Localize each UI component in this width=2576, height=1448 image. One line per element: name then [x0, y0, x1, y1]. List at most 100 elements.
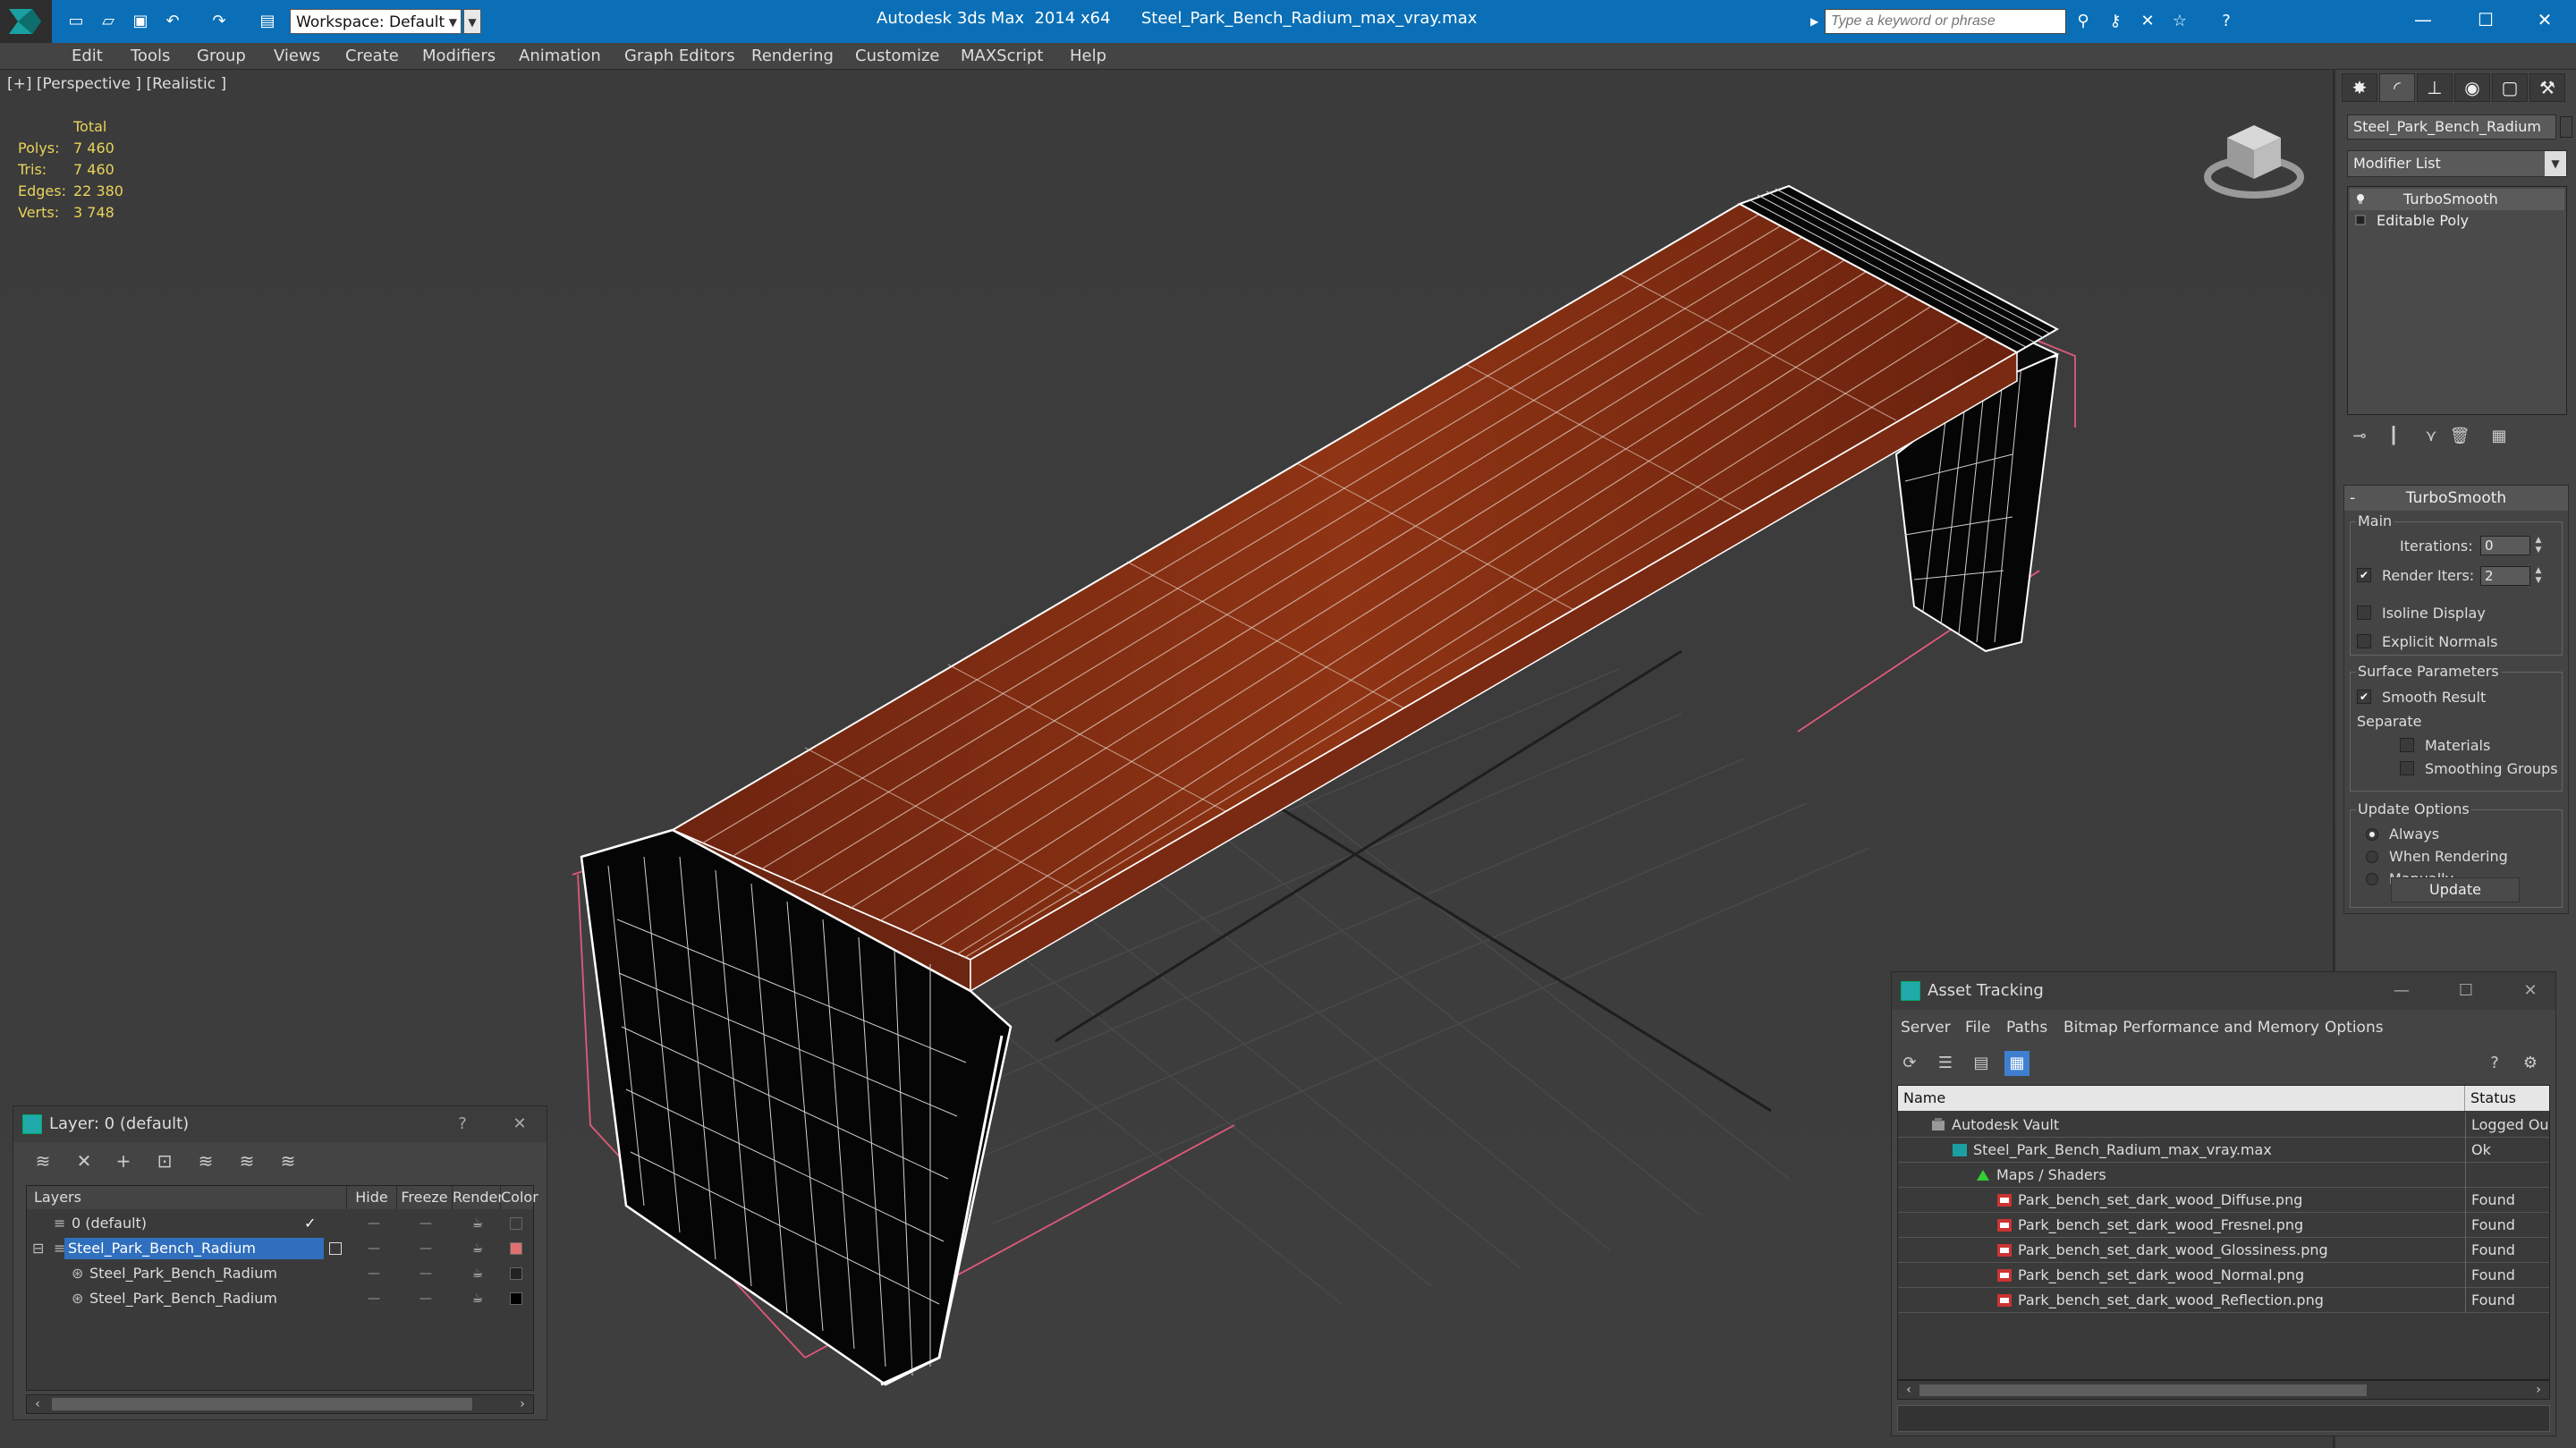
column-header-layers[interactable]: Layers: [27, 1186, 347, 1209]
delete-layer-icon[interactable]: ✕: [69, 1147, 99, 1174]
layer-row[interactable]: ≡ 0 (default) ✓ — — ☕: [27, 1211, 533, 1236]
show-end-result-icon[interactable]: ┃: [2381, 424, 2406, 449]
menu-maxscript[interactable]: MAXScript: [961, 47, 1043, 65]
set-current-layer-icon[interactable]: ≋: [232, 1147, 262, 1174]
new-file-icon[interactable]: ▭: [64, 11, 88, 32]
search-input[interactable]: [1825, 9, 2066, 34]
smooth-result-checkbox[interactable]: ✔: [2357, 690, 2371, 704]
undo-icon[interactable]: ↶: [161, 11, 184, 32]
freeze-toggle[interactable]: —: [408, 1211, 444, 1236]
asset-row[interactable]: Autodesk Vault Logged Ou: [1898, 1113, 2549, 1138]
rollout-header[interactable]: - TurboSmooth: [2344, 486, 2568, 511]
tree-view-icon[interactable]: ▤: [1969, 1051, 1994, 1076]
utilities-icon[interactable]: ⚒: [2529, 73, 2565, 102]
scroll-left-icon[interactable]: ‹: [1900, 1381, 1918, 1399]
layer-row[interactable]: ⊛ Steel_Park_Bench_Radium — — ☕: [27, 1286, 533, 1311]
freeze-toggle[interactable]: —: [408, 1236, 444, 1261]
render-iters-checkbox[interactable]: ✔: [2357, 568, 2371, 582]
layer-color-swatch[interactable]: [510, 1242, 522, 1255]
menu-server[interactable]: Server: [1901, 1019, 1951, 1037]
motion-icon[interactable]: ◉: [2454, 73, 2490, 102]
hide-toggle[interactable]: —: [356, 1236, 392, 1261]
scroll-right-icon[interactable]: ›: [513, 1395, 531, 1413]
column-header-name[interactable]: Name: [1898, 1086, 2465, 1111]
column-header-hide[interactable]: Hide: [347, 1186, 397, 1209]
close-button[interactable]: ✕: [2513, 0, 2576, 39]
asset-row[interactable]: Park_bench_set_dark_wood_Diffuse.png Fou…: [1898, 1188, 2549, 1213]
project-folder-icon[interactable]: ▤: [256, 11, 279, 32]
menu-paths[interactable]: Paths: [2006, 1019, 2047, 1037]
modify-icon[interactable]: ◜: [2379, 73, 2415, 102]
menu-rendering[interactable]: Rendering: [751, 47, 834, 65]
pin-stack-icon[interactable]: ⊸: [2347, 424, 2372, 449]
menu-edit[interactable]: Edit: [72, 47, 103, 65]
refresh-icon[interactable]: ⟳: [1897, 1051, 1922, 1076]
stack-item-editable-poly[interactable]: Editable Poly: [2350, 210, 2564, 232]
menu-graph-editors[interactable]: Graph Editors: [624, 47, 735, 65]
scroll-thumb[interactable]: [1919, 1384, 2367, 1396]
horizontal-scrollbar[interactable]: ‹ ›: [1897, 1380, 2550, 1400]
menu-customize[interactable]: Customize: [855, 47, 939, 65]
quick-access-dropdown[interactable]: ▼: [463, 9, 481, 34]
freeze-toggle[interactable]: —: [408, 1286, 444, 1311]
table-view-icon[interactable]: ▦: [2004, 1051, 2029, 1076]
minimize-button[interactable]: —: [2392, 0, 2454, 39]
key-icon[interactable]: ⚷: [2104, 11, 2127, 32]
object-name-field[interactable]: Steel_Park_Bench_Radium: [2347, 114, 2556, 140]
update-always-radio[interactable]: [2366, 828, 2378, 841]
stack-item-turbosmooth[interactable]: TurboSmooth: [2350, 189, 2564, 210]
freeze-toggle[interactable]: —: [408, 1261, 444, 1286]
asset-row[interactable]: Steel_Park_Bench_Radium_max_vray.max Ok: [1898, 1138, 2549, 1163]
select-layer-icon[interactable]: ≋: [191, 1147, 221, 1174]
column-header-render[interactable]: Render: [453, 1186, 504, 1209]
minimize-button[interactable]: —: [2391, 980, 2412, 1002]
workspace-select[interactable]: Workspace: Default ▼: [290, 9, 462, 34]
column-header-status[interactable]: Status: [2465, 1086, 2549, 1111]
modifier-list-dropdown[interactable]: Modifier List ▼: [2347, 150, 2567, 177]
search-expand-icon[interactable]: ▶: [1810, 11, 1823, 32]
layer-row[interactable]: ⊟ ≡ Steel_Park_Bench_Radium — — ☕: [27, 1236, 533, 1261]
menu-modifiers[interactable]: Modifiers: [422, 47, 496, 65]
asset-row[interactable]: Park_bench_set_dark_wood_Reflection.png …: [1898, 1288, 2549, 1313]
hide-toggle[interactable]: —: [356, 1261, 392, 1286]
layer-color-swatch[interactable]: [510, 1292, 522, 1305]
select-objects-icon[interactable]: ⊡: [149, 1147, 180, 1174]
render-teapot-icon[interactable]: ☕: [460, 1286, 496, 1311]
layer-color-swatch[interactable]: [510, 1217, 522, 1230]
layer-row[interactable]: ⊛ Steel_Park_Bench_Radium — — ☕: [27, 1261, 533, 1286]
menu-create[interactable]: Create: [345, 47, 399, 65]
help-icon[interactable]: ?: [2215, 11, 2238, 32]
viewport-label[interactable]: [+] [Perspective ] [Realistic ]: [7, 75, 226, 93]
isoline-display-checkbox[interactable]: [2357, 605, 2371, 620]
asset-row[interactable]: Park_bench_set_dark_wood_Fresnel.png Fou…: [1898, 1213, 2549, 1238]
materials-checkbox[interactable]: [2400, 738, 2414, 752]
save-icon[interactable]: ▣: [129, 11, 152, 32]
scroll-right-icon[interactable]: ›: [2529, 1381, 2547, 1399]
render-iters-spinner[interactable]: 2: [2480, 566, 2530, 586]
menu-file[interactable]: File: [1965, 1019, 1990, 1037]
stack-expand-icon[interactable]: [2355, 215, 2366, 225]
update-when-rendering-radio[interactable]: [2366, 851, 2378, 863]
help-icon[interactable]: ?: [2482, 1051, 2507, 1076]
display-icon[interactable]: ▢: [2492, 73, 2528, 102]
horizontal-scrollbar[interactable]: ‹ ›: [26, 1394, 534, 1414]
hide-toggle[interactable]: —: [356, 1211, 392, 1236]
maximize-button[interactable]: ☐: [2455, 980, 2477, 1002]
explicit-normals-checkbox[interactable]: [2357, 634, 2371, 648]
column-header-freeze[interactable]: Freeze: [397, 1186, 453, 1209]
exchange-icon[interactable]: ✕: [2136, 11, 2159, 32]
update-manually-radio[interactable]: [2366, 873, 2378, 885]
help-button[interactable]: ?: [452, 1114, 473, 1135]
menu-animation[interactable]: Animation: [519, 47, 601, 65]
app-menu-button[interactable]: [0, 0, 52, 43]
list-view-icon[interactable]: ☰: [1933, 1051, 1958, 1076]
hide-all-layers-icon[interactable]: ≋: [273, 1147, 303, 1174]
asset-row[interactable]: Park_bench_set_dark_wood_Glossiness.png …: [1898, 1238, 2549, 1263]
layer-color-swatch[interactable]: [510, 1267, 522, 1280]
menu-bitmap-performance[interactable]: Bitmap Performance and Memory: [2063, 1019, 2319, 1037]
menu-views[interactable]: Views: [274, 47, 320, 65]
hierarchy-icon[interactable]: ⊥: [2417, 73, 2453, 102]
spinner-arrows-icon[interactable]: ▲ ▼: [2532, 566, 2545, 586]
open-file-icon[interactable]: ▱: [97, 11, 120, 32]
settings-icon[interactable]: ⚙: [2518, 1051, 2543, 1076]
